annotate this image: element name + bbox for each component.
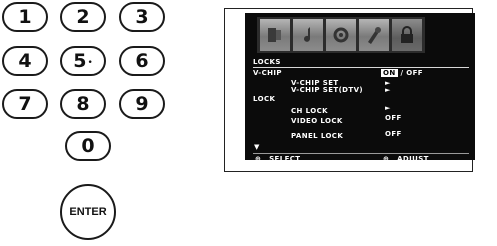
footer-adjust: ⊕ ADJUST (383, 155, 429, 163)
video-lock-item[interactable]: VIDEO LOCK (291, 117, 343, 125)
vchip-label[interactable]: V-CHIP (253, 69, 282, 77)
key-label: 9 (135, 93, 149, 115)
menu-header: LOCKS (253, 58, 281, 66)
key-6[interactable]: 6 (119, 46, 165, 76)
menu-icon-bar (257, 17, 425, 53)
key-label: 5 (73, 50, 87, 72)
vchip-set-dtv-arrow-icon: ► (385, 86, 391, 94)
key-label: 0 (81, 135, 95, 157)
key-label: 6 (135, 50, 149, 72)
key-2[interactable]: 2 (60, 2, 106, 32)
footer-divider (253, 153, 469, 154)
key-8[interactable]: 8 (60, 89, 106, 119)
key-7[interactable]: 7 (2, 89, 48, 119)
audio-icon[interactable] (293, 19, 323, 51)
key-9[interactable]: 9 (119, 89, 165, 119)
key-label: 4 (18, 50, 32, 72)
key-4[interactable]: 4 (2, 46, 48, 76)
lock-section-label: LOCK (253, 95, 276, 103)
select-label: SELECT (269, 155, 301, 163)
header-divider (253, 67, 469, 68)
key-5[interactable]: 5 • (60, 46, 106, 76)
key-label: 3 (135, 6, 149, 28)
tv-screen-frame: LOCKS V-CHIP ON / OFF V-CHIP SET ► V-CHI… (224, 8, 475, 172)
panel-lock-value[interactable]: OFF (385, 130, 402, 138)
key-label: 1 (18, 6, 32, 28)
adjust-label: ADJUST (397, 155, 429, 163)
footer-select: ⊕ SELECT (255, 155, 301, 163)
adjust-nav-icon: ⊕ (383, 155, 390, 163)
enter-label: ENTER (69, 206, 107, 218)
vchip-set-dtv-item[interactable]: V-CHIP SET(DTV) (291, 86, 363, 94)
scroll-down-arrow-icon: ▼ (254, 143, 260, 151)
vchip-off-option[interactable]: / OFF (400, 69, 423, 77)
tactile-dot-icon: • (87, 57, 93, 68)
key-label: 7 (18, 93, 32, 115)
vchip-toggle[interactable]: ON / OFF (381, 69, 423, 77)
locks-menu: LOCKS V-CHIP ON / OFF V-CHIP SET ► V-CHI… (245, 13, 475, 163)
key-label: 8 (76, 93, 90, 115)
key-1[interactable]: 1 (2, 2, 48, 32)
enter-button[interactable]: ENTER (60, 184, 116, 240)
ch-lock-item[interactable]: CH LOCK (291, 107, 328, 115)
vchip-on-option[interactable]: ON (381, 69, 398, 77)
video-lock-value[interactable]: OFF (385, 114, 402, 122)
key-0[interactable]: 0 (65, 131, 111, 161)
panel-lock-item[interactable]: PANEL LOCK (291, 132, 343, 140)
key-label: 2 (76, 6, 90, 28)
select-nav-icon: ⊕ (255, 155, 262, 163)
ch-lock-arrow-icon: ► (385, 104, 391, 112)
key-3[interactable]: 3 (119, 2, 165, 32)
picture-icon[interactable] (260, 19, 290, 51)
features-icon[interactable] (359, 19, 389, 51)
locks-icon[interactable] (392, 19, 422, 51)
setup-icon[interactable] (326, 19, 356, 51)
